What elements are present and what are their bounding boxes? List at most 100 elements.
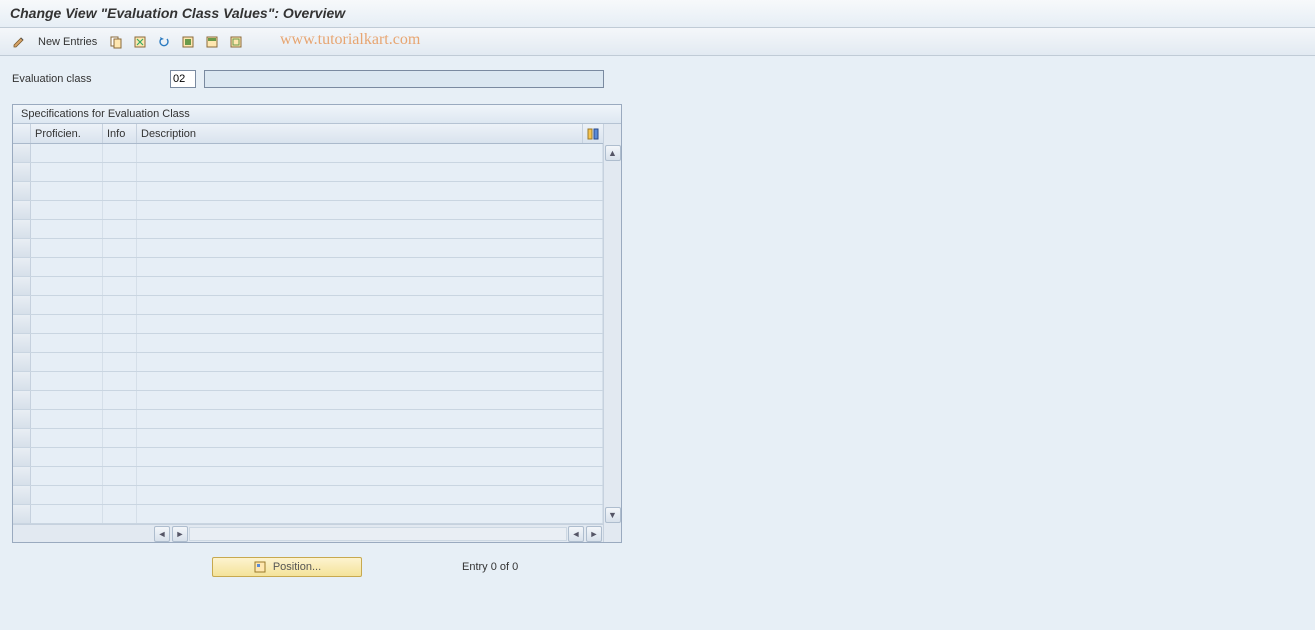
cell-description[interactable] [137, 220, 603, 238]
cell-proficiency[interactable] [31, 467, 103, 485]
row-selector[interactable] [13, 334, 31, 352]
cell-description[interactable] [137, 144, 603, 162]
cell-info[interactable] [103, 201, 137, 219]
evaluation-class-description-input[interactable] [204, 70, 604, 88]
cell-description[interactable] [137, 277, 603, 295]
column-header-description[interactable]: Description [137, 124, 583, 143]
cell-description[interactable] [137, 391, 603, 409]
row-selector[interactable] [13, 315, 31, 333]
undo-change-icon[interactable] [155, 33, 173, 51]
row-selector[interactable] [13, 429, 31, 447]
cell-proficiency[interactable] [31, 505, 103, 523]
cell-info[interactable] [103, 372, 137, 390]
cell-info[interactable] [103, 144, 137, 162]
cell-info[interactable] [103, 182, 137, 200]
row-selector[interactable] [13, 391, 31, 409]
cell-description[interactable] [137, 429, 603, 447]
row-selector[interactable] [13, 277, 31, 295]
cell-info[interactable] [103, 505, 137, 523]
cell-info[interactable] [103, 410, 137, 428]
copy-as-icon[interactable] [107, 33, 125, 51]
cell-proficiency[interactable] [31, 296, 103, 314]
cell-info[interactable] [103, 220, 137, 238]
cell-description[interactable] [137, 315, 603, 333]
cell-description[interactable] [137, 372, 603, 390]
cell-info[interactable] [103, 391, 137, 409]
row-selector[interactable] [13, 201, 31, 219]
configure-columns-icon[interactable] [583, 124, 603, 143]
evaluation-class-input[interactable] [170, 70, 196, 88]
cell-proficiency[interactable] [31, 258, 103, 276]
cell-description[interactable] [137, 486, 603, 504]
cell-info[interactable] [103, 277, 137, 295]
row-selector[interactable] [13, 144, 31, 162]
cell-description[interactable] [137, 448, 603, 466]
row-selector[interactable] [13, 296, 31, 314]
cell-info[interactable] [103, 334, 137, 352]
cell-info[interactable] [103, 315, 137, 333]
row-selector[interactable] [13, 182, 31, 200]
row-selector[interactable] [13, 467, 31, 485]
row-selector[interactable] [13, 220, 31, 238]
deselect-all-icon[interactable] [227, 33, 245, 51]
row-selector[interactable] [13, 353, 31, 371]
cell-proficiency[interactable] [31, 144, 103, 162]
cell-description[interactable] [137, 296, 603, 314]
cell-description[interactable] [137, 182, 603, 200]
cell-proficiency[interactable] [31, 201, 103, 219]
cell-description[interactable] [137, 201, 603, 219]
cell-description[interactable] [137, 505, 603, 523]
cell-info[interactable] [103, 448, 137, 466]
cell-info[interactable] [103, 429, 137, 447]
cell-info[interactable] [103, 467, 137, 485]
cell-info[interactable] [103, 486, 137, 504]
cell-proficiency[interactable] [31, 410, 103, 428]
cell-proficiency[interactable] [31, 391, 103, 409]
cell-description[interactable] [137, 258, 603, 276]
new-entries-button[interactable]: New Entries [34, 36, 101, 48]
cell-info[interactable] [103, 353, 137, 371]
row-selector[interactable] [13, 448, 31, 466]
cell-description[interactable] [137, 334, 603, 352]
cell-proficiency[interactable] [31, 448, 103, 466]
row-selector[interactable] [13, 486, 31, 504]
cell-description[interactable] [137, 163, 603, 181]
scroll-left-icon[interactable]: ◄ [154, 526, 170, 542]
scroll-down-icon[interactable]: ▼ [605, 507, 621, 523]
cell-proficiency[interactable] [31, 353, 103, 371]
cell-proficiency[interactable] [31, 277, 103, 295]
scroll-right-icon[interactable]: ► [172, 526, 188, 542]
scroll-right-end-icon[interactable]: ► [586, 526, 602, 542]
cell-description[interactable] [137, 239, 603, 257]
row-selector[interactable] [13, 505, 31, 523]
cell-proficiency[interactable] [31, 239, 103, 257]
delete-icon[interactable] [131, 33, 149, 51]
cell-proficiency[interactable] [31, 315, 103, 333]
cell-proficiency[interactable] [31, 372, 103, 390]
row-selector[interactable] [13, 372, 31, 390]
cell-info[interactable] [103, 258, 137, 276]
cell-proficiency[interactable] [31, 486, 103, 504]
hscroll-track[interactable] [189, 527, 567, 541]
cell-info[interactable] [103, 163, 137, 181]
cell-proficiency[interactable] [31, 429, 103, 447]
select-block-icon[interactable] [203, 33, 221, 51]
cell-proficiency[interactable] [31, 163, 103, 181]
cell-description[interactable] [137, 353, 603, 371]
column-header-proficiency[interactable]: Proficien. [31, 124, 103, 143]
row-selector[interactable] [13, 258, 31, 276]
cell-proficiency[interactable] [31, 220, 103, 238]
cell-info[interactable] [103, 239, 137, 257]
scroll-up-icon[interactable]: ▲ [605, 145, 621, 161]
row-selector[interactable] [13, 163, 31, 181]
display-change-toggle-icon[interactable] [10, 33, 28, 51]
cell-proficiency[interactable] [31, 334, 103, 352]
position-button[interactable]: Position... [212, 557, 362, 577]
column-header-info[interactable]: Info [103, 124, 137, 143]
cell-info[interactable] [103, 296, 137, 314]
scroll-left-end-icon[interactable]: ◄ [568, 526, 584, 542]
row-selector[interactable] [13, 239, 31, 257]
cell-proficiency[interactable] [31, 182, 103, 200]
cell-description[interactable] [137, 467, 603, 485]
select-all-rows-header[interactable] [13, 124, 31, 143]
